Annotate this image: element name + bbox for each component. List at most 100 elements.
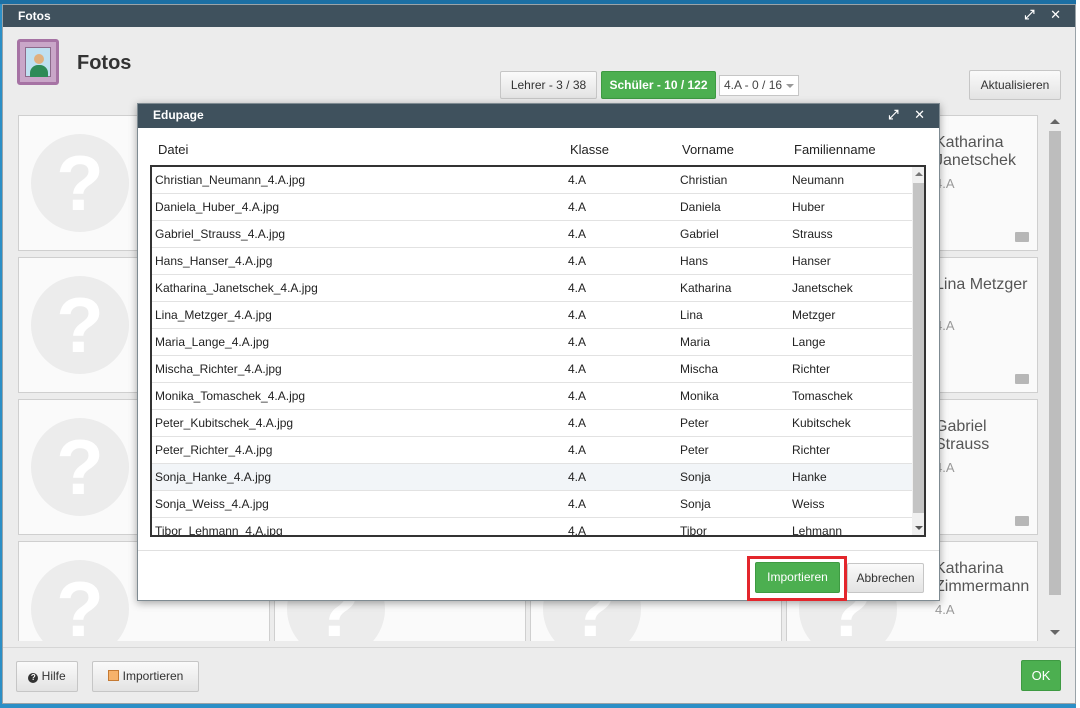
- import-confirm-button[interactable]: Importieren: [755, 562, 840, 593]
- folder-icon[interactable]: [1015, 232, 1029, 242]
- scroll-down-icon[interactable]: [1050, 630, 1060, 635]
- student-card-name: Katharina Janetschek: [935, 134, 1016, 169]
- table-row[interactable]: Sonja_Weiss_4.A.jpg 4.A Sonja Weiss: [152, 491, 912, 518]
- photo-frame-icon: [17, 39, 59, 85]
- cell-last: Metzger: [792, 308, 836, 322]
- cell-first: Maria: [680, 335, 711, 349]
- cell-file: Sonja_Hanke_4.A.jpg: [155, 470, 272, 484]
- table-row[interactable]: Daniela_Huber_4.A.jpg 4.A Daniela Huber: [152, 194, 912, 221]
- cancel-button[interactable]: Abbrechen: [847, 563, 924, 593]
- folder-icon[interactable]: [1015, 374, 1029, 384]
- table-row[interactable]: Katharina_Janetschek_4.A.jpg 4.A Katharina…: [152, 275, 912, 302]
- table-row[interactable]: Mischa_Richter_4.A.jpg 4.A Mischa Richter: [152, 356, 912, 383]
- table-row[interactable]: Peter_Kubitschek_4.A.jpg 4.A Peter Kubitsch…: [152, 410, 912, 437]
- cell-last: Kubitschek: [792, 416, 851, 430]
- student-card-class: 4.A: [935, 602, 955, 617]
- dialog-titlebar: Edupage ⤢ ✕: [138, 104, 939, 128]
- cell-first: Christian: [680, 173, 728, 187]
- cell-last: Lange: [792, 335, 826, 349]
- column-header-class[interactable]: Klasse: [570, 142, 609, 157]
- scroll-up-icon[interactable]: [915, 172, 923, 176]
- table-row[interactable]: Maria_Lange_4.A.jpg 4.A Maria Lange: [152, 329, 912, 356]
- cell-first: Daniela: [680, 200, 721, 214]
- cell-file: Mischa_Richter_4.A.jpg: [155, 362, 282, 376]
- cell-last: Huber: [792, 200, 825, 214]
- cell-file: Monika_Tomaschek_4.A.jpg: [155, 389, 306, 403]
- cell-file: Maria_Lange_4.A.jpg: [155, 335, 270, 349]
- cell-first: Peter: [680, 443, 709, 457]
- scroll-thumb[interactable]: [1049, 131, 1061, 595]
- cell-last: Lehmann: [792, 524, 843, 537]
- help-button-label: Hilfe: [41, 669, 66, 683]
- class-select[interactable]: 4.A - 0 / 16: [719, 75, 799, 96]
- cell-file: Peter_Richter_4.A.jpg: [155, 443, 273, 457]
- column-header-file[interactable]: Datei: [158, 142, 188, 157]
- scroll-thumb[interactable]: [913, 183, 924, 513]
- scroll-down-icon[interactable]: [915, 526, 923, 530]
- cell-first: Gabriel: [680, 227, 719, 241]
- window-titlebar: Fotos ⤢ ✕: [3, 5, 1075, 27]
- table-row[interactable]: Christian_Neumann_4.A.jpg 4.A Christian Neu…: [152, 167, 912, 194]
- window-titlebar-text: Fotos: [18, 9, 51, 23]
- cell-file: Daniela_Huber_4.A.jpg: [155, 200, 280, 214]
- student-card-name: Gabriel Strauss: [935, 418, 990, 453]
- table-scrollbar[interactable]: [912, 167, 924, 535]
- cell-last: Neumann: [792, 173, 845, 187]
- import-button[interactable]: Importieren: [92, 661, 199, 692]
- edupage-dialog: Edupage ⤢ ✕ Datei Klasse Vorname Familie…: [137, 103, 940, 601]
- cell-first: Mischa: [680, 362, 719, 376]
- table-row[interactable]: Peter_Richter_4.A.jpg 4.A Peter Richter: [152, 437, 912, 464]
- column-header-lastname[interactable]: Familienname: [794, 142, 876, 157]
- table-row[interactable]: Lina_Metzger_4.A.jpg 4.A Lina Metzger: [152, 302, 912, 329]
- cell-class: 4.A: [568, 200, 587, 214]
- cell-first: Monika: [680, 389, 719, 403]
- teachers-toggle-button[interactable]: Lehrer - 3 / 38: [500, 71, 597, 99]
- student-card-name: Katharina Zimmermann: [935, 560, 1030, 595]
- cell-first: Sonja: [680, 470, 711, 484]
- cell-class: 4.A: [568, 227, 587, 241]
- cell-first: Tibor: [680, 524, 707, 537]
- students-toggle-button[interactable]: Schüler - 10 / 122: [601, 71, 716, 99]
- background-strip-right: [1076, 0, 1080, 708]
- table-row[interactable]: Hans_Hanser_4.A.jpg 4.A Hans Hanser: [152, 248, 912, 275]
- cell-first: Peter: [680, 416, 709, 430]
- cell-class: 4.A: [568, 308, 587, 322]
- cell-file: Tibor_Lehmann_4.A.jpg: [155, 524, 283, 537]
- cell-class: 4.A: [568, 281, 587, 295]
- refresh-button[interactable]: Aktualisieren: [969, 70, 1061, 100]
- class-select-value: 4.A - 0 / 16: [724, 78, 783, 92]
- folder-icon[interactable]: [1015, 516, 1029, 526]
- table-row[interactable]: Sonja_Hanke_4.A.jpg 4.A Sonja Hanke: [152, 464, 912, 491]
- dialog-footer: Importieren Abbrechen: [138, 550, 939, 601]
- cell-class: 4.A: [568, 362, 587, 376]
- cell-class: 4.A: [568, 524, 587, 537]
- placeholder-photo-icon: ?: [31, 418, 129, 516]
- chevron-down-icon: [786, 84, 794, 88]
- table-row[interactable]: Gabriel_Strauss_4.A.jpg 4.A Gabriel Strauss: [152, 221, 912, 248]
- dialog-controls[interactable]: ⤢ ✕: [888, 107, 931, 123]
- cell-file: Lina_Metzger_4.A.jpg: [155, 308, 272, 322]
- cell-first: Lina: [680, 308, 703, 322]
- page-title: Fotos: [77, 52, 132, 74]
- cell-last: Janetschek: [792, 281, 853, 295]
- cell-last: Richter: [792, 443, 831, 457]
- import-icon: [107, 670, 119, 681]
- cell-file: Peter_Kubitschek_4.A.jpg: [155, 416, 294, 430]
- ok-button[interactable]: OK: [1021, 660, 1061, 691]
- cell-first: Sonja: [680, 497, 711, 511]
- cell-first: Hans: [680, 254, 709, 268]
- cell-last: Weiss: [792, 497, 825, 511]
- table-row[interactable]: Tibor_Lehmann_4.A.jpg 4.A Tibor Lehmann: [152, 518, 912, 537]
- scroll-up-icon[interactable]: [1050, 119, 1060, 124]
- column-header-firstname[interactable]: Vorname: [682, 142, 734, 157]
- table-row[interactable]: Monika_Tomaschek_4.A.jpg 4.A Monika Tomasch…: [152, 383, 912, 410]
- cell-class: 4.A: [568, 389, 587, 403]
- cell-last: Hanser: [792, 254, 831, 268]
- window-controls[interactable]: ⤢ ✕: [1024, 7, 1067, 23]
- cell-class: 4.A: [568, 470, 587, 484]
- grid-scrollbar[interactable]: [1046, 115, 1062, 641]
- import-table: Christian_Neumann_4.A.jpg 4.A Christian Neu…: [150, 165, 926, 537]
- cell-class: 4.A: [568, 173, 587, 187]
- cell-class: 4.A: [568, 416, 587, 430]
- help-button[interactable]: ? Hilfe: [16, 661, 78, 692]
